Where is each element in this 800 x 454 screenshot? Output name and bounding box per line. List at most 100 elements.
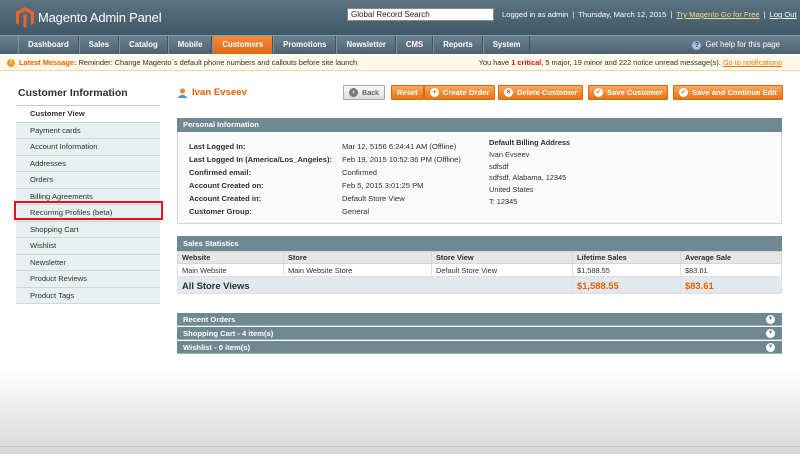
billing-line: T: 12345 bbox=[489, 196, 518, 206]
save-and-continue-button[interactable]: ✓ Save and Continue Edit bbox=[673, 85, 783, 100]
account-created-in-value: Default Store View bbox=[342, 194, 405, 203]
billing-line: United States bbox=[489, 185, 534, 195]
nav-system[interactable]: System bbox=[482, 36, 531, 54]
nav-mobile[interactable]: Mobile bbox=[167, 36, 213, 54]
nav-dashboard[interactable]: Dashboard bbox=[18, 36, 79, 54]
totals-row: All Store Views $1,588.55 $83.61 bbox=[177, 276, 782, 294]
table-cell: Main Website bbox=[177, 263, 284, 277]
critical-count: 1 critical bbox=[511, 58, 542, 67]
column-header: Store bbox=[283, 251, 432, 264]
nav-cms[interactable]: CMS bbox=[395, 36, 434, 54]
notification-summary: You have 1 critical, 5 major, 19 minor a… bbox=[478, 58, 782, 67]
main-nav: Dashboard Sales Catalog Mobile Customers… bbox=[0, 35, 800, 54]
latest-message-text: Reminder: Change Magento`s default phone… bbox=[78, 58, 358, 67]
nav-newsletter[interactable]: Newsletter bbox=[336, 36, 396, 54]
sidebar-item-payment-cards[interactable]: Payment cards bbox=[16, 122, 160, 139]
chevron-down-icon: ▼ bbox=[766, 315, 775, 324]
plus-icon: + bbox=[430, 88, 439, 97]
sidebar-item-wishlist[interactable]: Wishlist bbox=[16, 238, 160, 255]
top-header: Magento Admin Panel Global Record Search… bbox=[0, 0, 800, 35]
check-icon: ✓ bbox=[594, 88, 603, 97]
system-message-bar: ! Latest Message: Reminder: Change Magen… bbox=[0, 55, 800, 71]
help-label: Get help for this page bbox=[705, 40, 780, 49]
latest-message-label: Latest Message: bbox=[19, 58, 77, 67]
page-title: Ivan Evseev bbox=[177, 87, 247, 98]
latest-message: Latest Message: Reminder: Change Magento… bbox=[19, 55, 357, 71]
chevron-down-icon: ▼ bbox=[766, 343, 775, 352]
billing-line: sdfsdf, Alabama, 12345 bbox=[489, 173, 567, 183]
shopping-cart-section[interactable]: Shopping Cart - 4 item(s) ▼ bbox=[177, 327, 782, 340]
create-order-button[interactable]: + Create Order bbox=[424, 85, 496, 100]
column-header: Average Sale bbox=[680, 251, 782, 264]
go-to-notifications-link[interactable]: Go to notifications bbox=[723, 58, 782, 67]
confirmed-email-label: Confirmed email: bbox=[189, 168, 252, 177]
accordion-title: Wishlist - 0 item(s) bbox=[183, 343, 251, 352]
billing-address-title: Default Billing Address bbox=[489, 138, 571, 147]
header-links: Logged in as admin | Thursday, March 12, 2… bbox=[502, 10, 797, 19]
sidebar-item-product-reviews[interactable]: Product Reviews bbox=[16, 271, 160, 288]
sidebar-item-customer-view[interactable]: Customer View bbox=[16, 106, 160, 123]
default-billing-address: Default Billing Address Ivan Evseev sdfs… bbox=[489, 137, 570, 208]
logout-link[interactable]: Log Out bbox=[770, 10, 797, 19]
confirmed-email-value: Confirmed bbox=[342, 168, 378, 177]
help-link[interactable]: ? Get help for this page bbox=[692, 36, 780, 54]
sidebar-item-product-tags[interactable]: Product Tags bbox=[16, 287, 160, 304]
last-logged-in-la-value: Feb 19, 2015 10:52:36 PM (Offline) bbox=[342, 155, 461, 164]
recent-orders-section[interactable]: Recent Orders ▼ bbox=[177, 313, 782, 326]
sidebar-item-addresses[interactable]: Addresses bbox=[16, 155, 160, 172]
nav-reports[interactable]: Reports bbox=[433, 36, 483, 54]
chevron-down-icon: ▼ bbox=[766, 329, 775, 338]
help-icon: ? bbox=[692, 40, 702, 50]
customer-group-value: General bbox=[342, 207, 370, 216]
sidebar-item-shopping-cart[interactable]: Shopping Cart bbox=[16, 221, 160, 238]
column-header: Lifetime Sales bbox=[572, 251, 681, 264]
sales-statistics-header: Sales Statistics bbox=[177, 236, 782, 251]
accordion-title: Recent Orders bbox=[183, 315, 236, 324]
customer-icon bbox=[177, 87, 188, 98]
logged-in-text: Logged in as admin bbox=[502, 10, 569, 19]
current-date: Thursday, March 12, 2015 bbox=[578, 10, 667, 19]
reset-button[interactable]: Reset bbox=[391, 85, 424, 100]
sidebar-item-newsletter[interactable]: Newsletter bbox=[16, 254, 160, 271]
personal-info-panel: Last Logged In: Mar 12, 5156 6:24:41 AM … bbox=[177, 132, 782, 224]
table-header-row: Website Store Store View Lifetime Sales … bbox=[177, 251, 782, 264]
save-customer-button[interactable]: ✓ Save Customer bbox=[588, 85, 669, 100]
sidebar-item-account-information[interactable]: Account Information bbox=[16, 139, 160, 156]
table-cell: Default Store View bbox=[431, 263, 573, 277]
total-average-sale: $83.61 bbox=[680, 276, 782, 294]
wishlist-section[interactable]: Wishlist - 0 item(s) ▼ bbox=[177, 341, 782, 354]
sales-statistics-table: Website Store Store View Lifetime Sales … bbox=[177, 251, 782, 294]
table-row: Main Website Main Website Store Default … bbox=[177, 263, 782, 277]
customer-name: Ivan Evseev bbox=[192, 87, 247, 98]
billing-line: Ivan Evseev bbox=[489, 149, 530, 159]
nav-sales[interactable]: Sales bbox=[78, 36, 120, 54]
total-lifetime-sales: $1,588.55 bbox=[572, 276, 681, 294]
table-cell: $1,588.55 bbox=[572, 263, 681, 277]
nav-promotions[interactable]: Promotions bbox=[273, 36, 337, 54]
last-logged-in-value: Mar 12, 5156 6:24:41 AM (Offline) bbox=[342, 142, 457, 151]
nav-customers[interactable]: Customers bbox=[212, 36, 274, 54]
try-magento-go-link[interactable]: Try Magento Go for Free bbox=[676, 10, 759, 19]
customer-group-label: Customer Group: bbox=[189, 207, 252, 216]
account-created-in-label: Account Created in: bbox=[189, 194, 262, 203]
highlight-annotation bbox=[14, 201, 163, 220]
personal-info-header: Personal Information bbox=[177, 118, 782, 132]
delete-customer-button[interactable]: × Delete Customer bbox=[498, 85, 584, 100]
magento-logo[interactable]: Magento Admin Panel bbox=[16, 7, 162, 28]
sidebar-item-orders[interactable]: Orders bbox=[16, 172, 160, 189]
last-logged-in-label: Last Logged In: bbox=[189, 142, 246, 151]
back-button[interactable]: ‹ Back bbox=[343, 85, 385, 100]
nav-catalog[interactable]: Catalog bbox=[119, 36, 168, 54]
last-logged-in-la-label: Last Logged In (America/Los_Angeles): bbox=[189, 155, 333, 164]
billing-line: sdfsdf bbox=[489, 161, 509, 171]
sidebar-title: Customer Information bbox=[18, 87, 128, 99]
account-created-on-value: Feb 5, 2015 3:01:25 PM bbox=[342, 181, 424, 190]
global-search-input[interactable]: Global Record Search bbox=[347, 8, 494, 21]
column-header: Website bbox=[177, 251, 284, 264]
check-icon: ✓ bbox=[679, 88, 688, 97]
magento-logo-icon bbox=[16, 7, 34, 28]
footer-background bbox=[0, 370, 800, 454]
table-cell: Main Website Store bbox=[283, 263, 432, 277]
column-header: Store View bbox=[431, 251, 573, 264]
back-arrow-icon: ‹ bbox=[349, 88, 358, 97]
